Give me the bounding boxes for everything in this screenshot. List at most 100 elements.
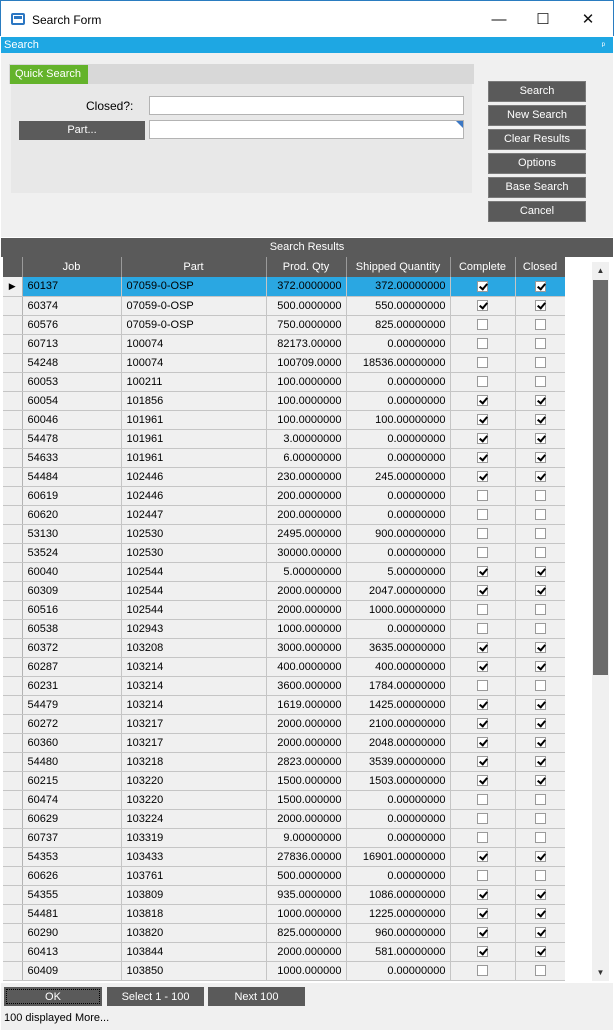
row-selector[interactable] <box>3 733 23 753</box>
prod-qty-cell[interactable]: 100.0000000 <box>266 410 347 430</box>
row-selector[interactable] <box>3 429 23 449</box>
job-cell[interactable]: 54633 <box>22 448 122 468</box>
ok-button[interactable]: OK <box>4 987 102 1006</box>
prod-qty-cell[interactable]: 1000.000000 <box>266 619 347 639</box>
table-row[interactable]: 54481 103818 1000.000000 1225.00000000 <box>3 904 565 924</box>
shipped-qty-cell[interactable]: 372.00000000 <box>346 277 451 297</box>
row-selector[interactable] <box>3 467 23 487</box>
row-selector[interactable] <box>3 923 23 943</box>
current-row-arrow-icon[interactable]: ▶ <box>3 277 23 297</box>
shipped-qty-cell[interactable]: 1086.00000000 <box>346 885 451 905</box>
shipped-qty-cell[interactable]: 18536.00000000 <box>346 353 451 373</box>
job-cell[interactable]: 53524 <box>22 543 122 563</box>
tab-quick-search[interactable]: Quick Search <box>10 65 88 84</box>
complete-checkbox[interactable] <box>477 718 488 730</box>
close-button[interactable]: ✕ <box>566 7 610 33</box>
closed-checkbox[interactable] <box>534 946 546 958</box>
shipped-qty-cell[interactable]: 3635.00000000 <box>346 638 451 658</box>
closed-checkbox[interactable] <box>534 775 546 787</box>
row-selector[interactable] <box>3 543 23 563</box>
prod-qty-cell[interactable]: 1000.000000 <box>266 904 347 924</box>
row-selector[interactable] <box>3 486 23 506</box>
table-row[interactable]: 60290 103820 825.0000000 960.00000000 <box>3 923 565 943</box>
closed-checkbox[interactable] <box>534 490 546 502</box>
prod-qty-cell[interactable]: 9.00000000 <box>266 828 347 848</box>
row-selector[interactable] <box>3 296 23 316</box>
part-cell[interactable]: 103761 <box>121 866 267 886</box>
part-cell[interactable]: 103319 <box>121 828 267 848</box>
row-selector[interactable] <box>3 752 23 772</box>
part-cell[interactable]: 103217 <box>121 733 267 753</box>
shipped-qty-cell[interactable]: 0.00000000 <box>346 790 451 810</box>
closed-checkbox[interactable] <box>534 376 546 388</box>
closed-checkbox[interactable] <box>534 889 546 901</box>
table-row[interactable]: 54480 103218 2823.000000 3539.00000000 <box>3 752 565 772</box>
closed-checkbox[interactable] <box>534 870 546 882</box>
prod-qty-cell[interactable]: 825.0000000 <box>266 923 347 943</box>
complete-checkbox[interactable] <box>477 623 488 635</box>
shipped-qty-cell[interactable]: 960.00000000 <box>346 923 451 943</box>
complete-checkbox[interactable] <box>477 528 488 540</box>
column-header-shipped-quantity[interactable]: Shipped Quantity <box>346 257 451 277</box>
table-row[interactable]: 60372 103208 3000.000000 3635.00000000 <box>3 638 565 658</box>
part-cell[interactable]: 102446 <box>121 486 267 506</box>
complete-checkbox[interactable] <box>477 300 488 312</box>
row-selector[interactable] <box>3 334 23 354</box>
job-cell[interactable]: 54481 <box>22 904 122 924</box>
closed-checkbox[interactable] <box>534 338 546 350</box>
part-cell[interactable]: 103208 <box>121 638 267 658</box>
part-cell[interactable]: 101961 <box>121 448 267 468</box>
closed-input[interactable] <box>149 96 464 115</box>
scroll-up-icon[interactable]: ▲ <box>592 262 609 279</box>
next-page-button[interactable]: Next 100 <box>208 987 305 1006</box>
prod-qty-cell[interactable]: 82173.00000 <box>266 334 347 354</box>
prod-qty-cell[interactable]: 100709.0000 <box>266 353 347 373</box>
part-cell[interactable]: 101856 <box>121 391 267 411</box>
closed-checkbox[interactable] <box>534 794 546 806</box>
part-cell[interactable]: 103218 <box>121 752 267 772</box>
part-cell[interactable]: 100074 <box>121 334 267 354</box>
prod-qty-cell[interactable]: 400.0000000 <box>266 657 347 677</box>
row-selector[interactable] <box>3 866 23 886</box>
prod-qty-cell[interactable]: 2495.000000 <box>266 524 347 544</box>
prod-qty-cell[interactable]: 2000.000000 <box>266 809 347 829</box>
column-header-closed[interactable]: Closed <box>515 257 565 277</box>
table-row[interactable]: 54248 100074 100709.0000 18536.00000000 <box>3 353 565 373</box>
row-selector[interactable] <box>3 505 23 525</box>
prod-qty-cell[interactable]: 3000.000000 <box>266 638 347 658</box>
job-cell[interactable]: 60516 <box>22 600 122 620</box>
shipped-qty-cell[interactable]: 0.00000000 <box>346 961 451 981</box>
shipped-qty-cell[interactable]: 5.00000000 <box>346 562 451 582</box>
part-cell[interactable]: 102530 <box>121 543 267 563</box>
row-selector[interactable] <box>3 961 23 981</box>
shipped-qty-cell[interactable]: 1000.00000000 <box>346 600 451 620</box>
shipped-qty-cell[interactable]: 2048.00000000 <box>346 733 451 753</box>
table-row[interactable]: 60713 100074 82173.00000 0.00000000 <box>3 334 565 354</box>
job-cell[interactable]: 60290 <box>22 923 122 943</box>
table-row[interactable]: 54478 101961 3.00000000 0.00000000 <box>3 429 565 449</box>
job-cell[interactable]: 60040 <box>22 562 122 582</box>
table-row[interactable]: 54355 103809 935.0000000 1086.00000000 <box>3 885 565 905</box>
closed-checkbox[interactable] <box>534 851 546 863</box>
job-cell[interactable]: 60737 <box>22 828 122 848</box>
scroll-down-icon[interactable]: ▼ <box>592 964 609 981</box>
closed-checkbox[interactable] <box>534 927 546 939</box>
job-cell[interactable]: 60629 <box>22 809 122 829</box>
row-selector[interactable] <box>3 315 23 335</box>
complete-checkbox[interactable] <box>477 794 488 806</box>
part-cell[interactable]: 103844 <box>121 942 267 962</box>
prod-qty-cell[interactable]: 2000.000000 <box>266 733 347 753</box>
complete-checkbox[interactable] <box>477 737 488 749</box>
part-cell[interactable]: 103214 <box>121 657 267 677</box>
row-selector[interactable] <box>3 562 23 582</box>
table-row[interactable]: 60215 103220 1500.000000 1503.00000000 <box>3 771 565 791</box>
job-cell[interactable]: 60215 <box>22 771 122 791</box>
complete-checkbox[interactable] <box>477 338 488 350</box>
prod-qty-cell[interactable]: 100.0000000 <box>266 391 347 411</box>
row-selector[interactable] <box>3 885 23 905</box>
closed-checkbox[interactable] <box>534 718 546 730</box>
row-selector[interactable] <box>3 657 23 677</box>
table-row[interactable]: 60538 102943 1000.000000 0.00000000 <box>3 619 565 639</box>
complete-checkbox[interactable] <box>477 585 488 597</box>
vertical-scrollbar[interactable]: ▲ ▼ <box>592 262 609 981</box>
